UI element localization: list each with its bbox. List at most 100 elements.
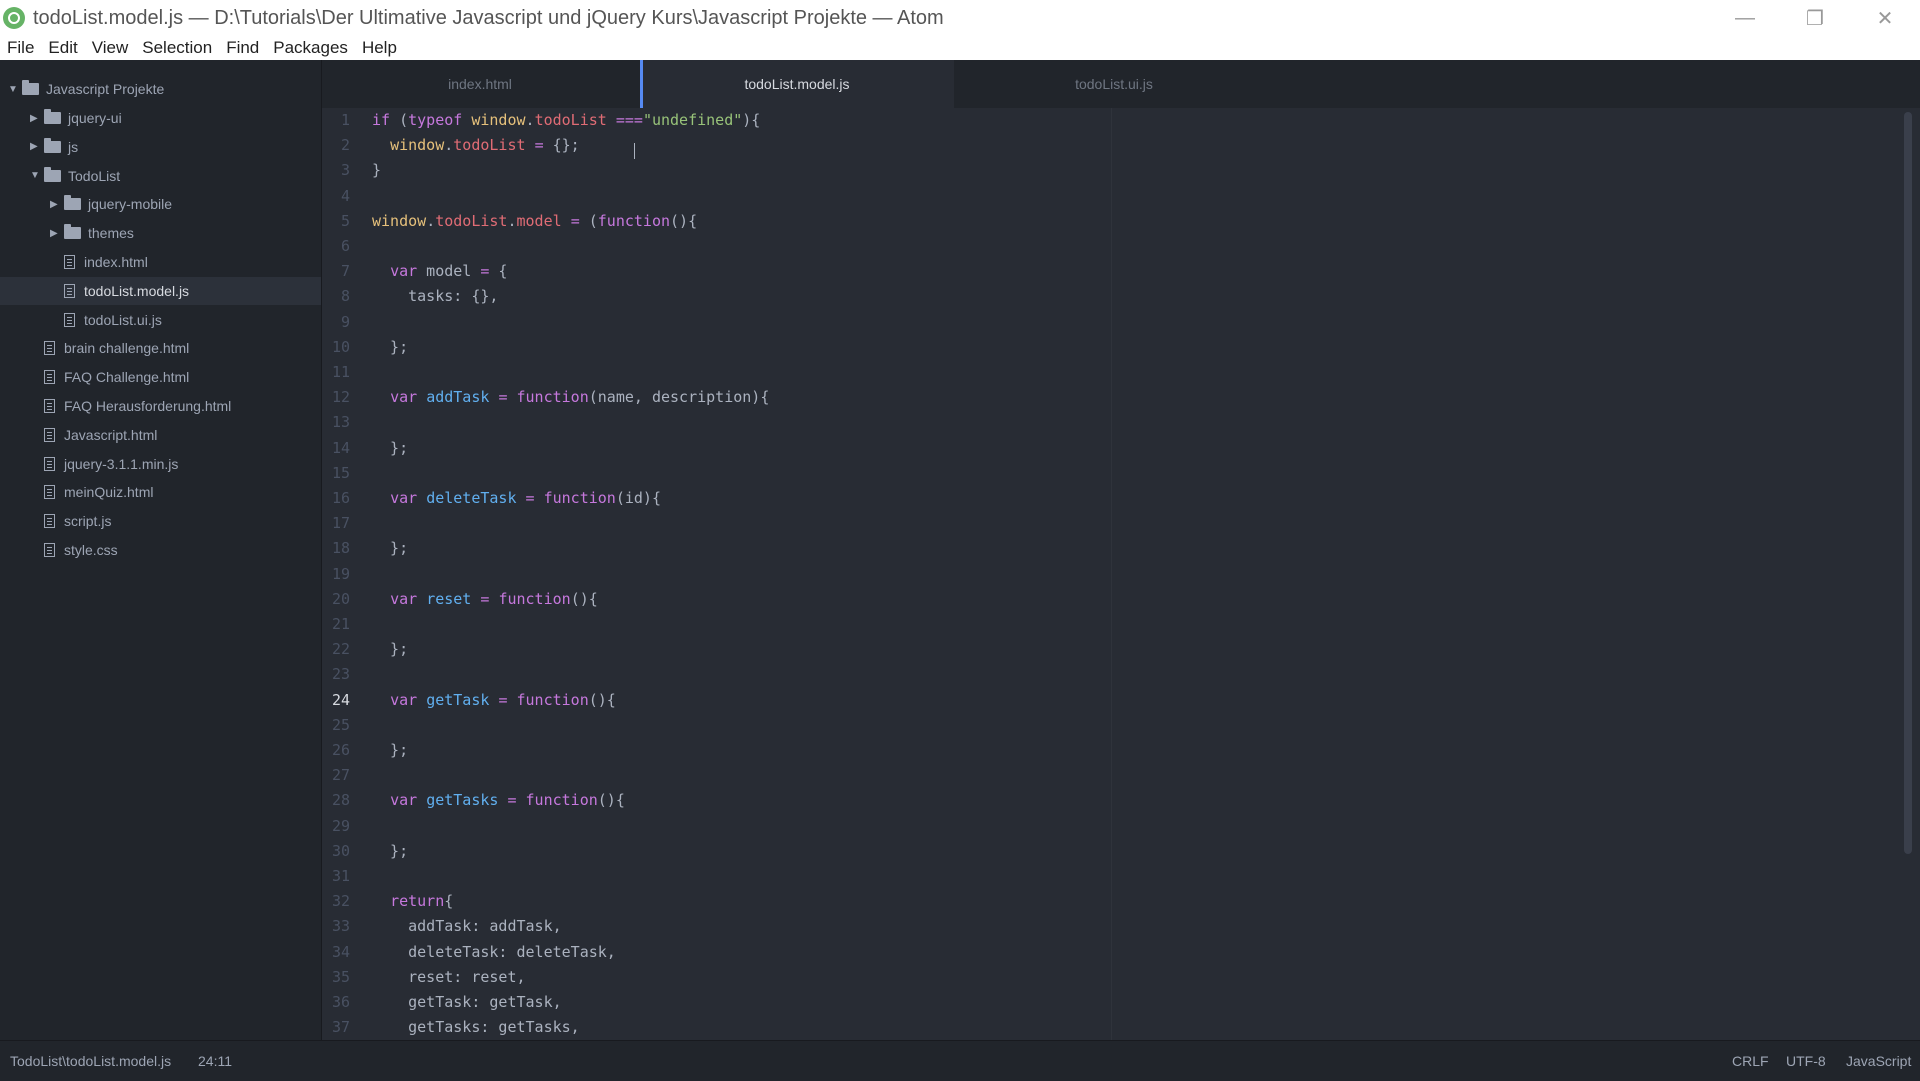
line-number: 2 bbox=[340, 136, 350, 155]
code-token: ){ bbox=[742, 111, 761, 129]
chevron-right-icon[interactable]: ▶ bbox=[50, 228, 64, 239]
code-token: (){ bbox=[670, 211, 698, 230]
code-token: = bbox=[507, 791, 517, 810]
tree-item[interactable]: ▼ TodoList bbox=[30, 162, 120, 190]
chevron-right-icon[interactable]: ▶ bbox=[30, 141, 44, 152]
code-line[interactable]: reset: reset, bbox=[372, 965, 1572, 990]
menu-help[interactable]: Help bbox=[355, 36, 404, 60]
code-line[interactable]: window.todoList.model = (function(){ bbox=[372, 209, 1572, 234]
status-encoding[interactable]: UTF-8 bbox=[1786, 1041, 1826, 1081]
code-line[interactable]: }; bbox=[372, 738, 1572, 763]
code-line[interactable]: }; bbox=[372, 436, 1572, 461]
tab-index-html[interactable]: index.html bbox=[322, 60, 638, 108]
code-token: (){ bbox=[588, 690, 616, 709]
line-number: 27 bbox=[331, 766, 350, 785]
menu-view[interactable]: View bbox=[85, 36, 136, 60]
code-line[interactable]: var model = { bbox=[372, 259, 1572, 284]
code-token: getTasks: getTasks, bbox=[372, 1018, 580, 1037]
menu-find[interactable]: Find bbox=[219, 36, 266, 60]
code-line[interactable]: if (typeof window.todoList ==="undefined… bbox=[372, 108, 1572, 133]
code-line[interactable]: }; bbox=[372, 839, 1572, 864]
file-icon bbox=[44, 341, 55, 356]
line-number: 32 bbox=[331, 892, 350, 911]
code-token: ( bbox=[390, 111, 409, 129]
minimize-button[interactable]: — bbox=[1710, 0, 1780, 36]
status-line-ending[interactable]: CRLF bbox=[1732, 1041, 1769, 1081]
tree-item[interactable]: script.js bbox=[44, 507, 111, 535]
tab-todolist-ui-js[interactable]: todoList.ui.js bbox=[956, 60, 1272, 108]
chevron-right-icon[interactable]: ▶ bbox=[30, 113, 44, 124]
menu-packages[interactable]: Packages bbox=[266, 36, 355, 60]
code-line[interactable]: return{ bbox=[372, 889, 1572, 914]
tree-item[interactable]: FAQ Challenge.html bbox=[44, 363, 189, 391]
line-number: 10 bbox=[331, 337, 350, 356]
line-number: 16 bbox=[331, 489, 350, 507]
tree-item[interactable]: ▶ jquery-ui bbox=[30, 104, 122, 132]
tree-item-label: todoList.model.js bbox=[84, 282, 190, 299]
chevron-right-icon[interactable]: ▶ bbox=[50, 199, 64, 210]
line-number: 20 bbox=[331, 589, 350, 608]
code-line[interactable]: addTask: addTask, bbox=[372, 914, 1572, 939]
tab-todolist-model-js[interactable]: todoList.model.js bbox=[640, 60, 954, 108]
line-number: 4 bbox=[340, 186, 350, 205]
close-button[interactable]: ✕ bbox=[1850, 0, 1920, 36]
tree-item[interactable]: brain challenge.html bbox=[44, 334, 189, 362]
code-token: window bbox=[372, 211, 427, 230]
maximize-button[interactable]: ❐ bbox=[1780, 0, 1850, 36]
code-token: (id){ bbox=[615, 489, 661, 507]
tree-item[interactable]: todoList.ui.js bbox=[64, 306, 162, 334]
tree-item[interactable]: jquery-3.1.1.min.js bbox=[44, 450, 178, 478]
line-number: 12 bbox=[331, 388, 350, 407]
status-file-path[interactable]: TodoList\todoList.model.js bbox=[10, 1041, 171, 1081]
line-number: 22 bbox=[331, 640, 350, 659]
tree-item[interactable]: ▶ themes bbox=[50, 219, 134, 247]
menu-edit[interactable]: Edit bbox=[41, 36, 84, 60]
tree-root-folder[interactable]: ▼ Javascript Projekte bbox=[8, 75, 164, 103]
code-token: ( bbox=[579, 211, 598, 230]
code-line[interactable]: var getTasks = function(){ bbox=[372, 788, 1572, 813]
code-line[interactable]: var addTask = function(name, description… bbox=[372, 385, 1572, 410]
code-token: getTask bbox=[426, 690, 490, 709]
vertical-scrollbar[interactable] bbox=[1904, 112, 1912, 854]
code-line[interactable]: }; bbox=[372, 536, 1572, 561]
code-line[interactable]: getTasks: getTasks, bbox=[372, 1015, 1572, 1040]
code-line[interactable]: window.todoList = {}; bbox=[372, 133, 1572, 158]
code-line[interactable]: tasks: {}, bbox=[372, 284, 1572, 309]
code-editor[interactable]: 1 2 3 4 5 6 7 8 9 10 11 12 13 14 15 16 17 18 19 20 21 22 23 24 2… bbox=[322, 108, 1920, 1040]
code-line[interactable]: var deleteTask = function(id){ bbox=[372, 486, 1572, 511]
menu-file[interactable]: File bbox=[0, 36, 41, 60]
folder-icon bbox=[22, 80, 39, 95]
status-grammar[interactable]: JavaScript bbox=[1846, 1041, 1911, 1081]
status-cursor-position[interactable]: 24:11 bbox=[198, 1041, 232, 1081]
tree-item[interactable]: todoList.model.js bbox=[0, 276, 321, 305]
code-token: var bbox=[390, 690, 418, 709]
chevron-down-icon[interactable]: ▼ bbox=[30, 170, 44, 181]
code-line[interactable]: }; bbox=[372, 335, 1572, 360]
tree-item[interactable]: meinQuiz.html bbox=[44, 478, 153, 506]
code-line[interactable]: } bbox=[372, 158, 1572, 183]
menu-bar: File Edit View Selection Find Packages H… bbox=[0, 36, 1920, 60]
code-token: function bbox=[597, 211, 671, 230]
line-number: 3 bbox=[340, 161, 350, 180]
code-line[interactable]: var getTask = function(){ bbox=[372, 688, 1572, 713]
tree-item[interactable]: style.css bbox=[44, 536, 118, 564]
menu-selection[interactable]: Selection bbox=[135, 36, 219, 60]
tree-item[interactable]: ▶ jquery-mobile bbox=[50, 190, 172, 218]
tree-item[interactable]: ▶ js bbox=[30, 133, 78, 161]
code-line[interactable]: var reset = function(){ bbox=[372, 587, 1572, 612]
code-token: = bbox=[534, 136, 544, 155]
file-icon bbox=[44, 370, 55, 385]
code-line[interactable]: getTask: getTask, bbox=[372, 990, 1572, 1015]
code-line[interactable]: }; bbox=[372, 637, 1572, 662]
code-token: }; bbox=[372, 640, 409, 659]
tree-item[interactable]: Javascript.html bbox=[44, 421, 157, 449]
file-icon bbox=[64, 312, 75, 327]
tree-item[interactable]: FAQ Herausforderung.html bbox=[44, 392, 231, 420]
tree-item[interactable]: index.html bbox=[64, 248, 148, 276]
code-line[interactable]: deleteTask: deleteTask, bbox=[372, 940, 1572, 965]
